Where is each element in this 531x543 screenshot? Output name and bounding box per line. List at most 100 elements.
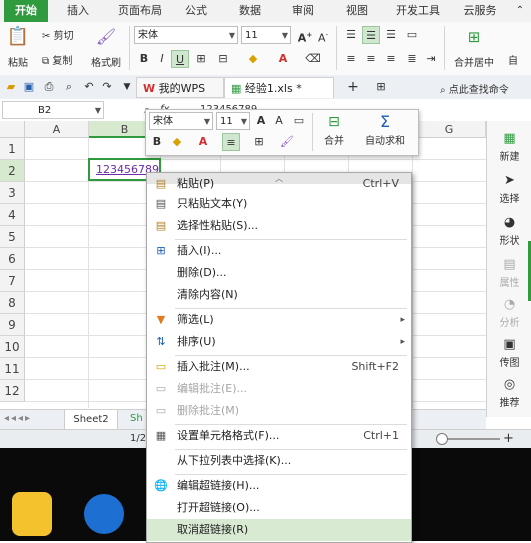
grow-font-icon[interactable]: A+ [296,26,314,45]
panel-analysis[interactable]: ◔ 分析 [487,297,531,329]
zoom-slider-thumb[interactable] [436,433,448,445]
tab-menu-icon[interactable]: ⊞ [372,78,390,96]
row-header[interactable]: 10 [0,336,25,358]
shrink-font-icon[interactable]: A- [314,26,332,45]
mini-autosum-button[interactable]: Σ 自动求和 [356,112,414,147]
menu-item-filter[interactable]: ▼ 筛选(L) ▸ [147,309,411,331]
grow-font-icon[interactable]: A [252,112,270,130]
panel-shape[interactable]: ◕ 形状 [487,215,531,247]
menu-item-format-cells[interactable]: ▦ 设置单元格格式(F)... Ctrl+1 [147,425,411,447]
menu-item-paste[interactable]: ▤ 粘贴(P) Ctrl+V [147,173,411,195]
row-header[interactable]: 9 [0,314,25,336]
panel-new[interactable]: ▦ 新建 [487,131,531,163]
app-avatar-icon[interactable] [12,492,52,536]
border-icon[interactable]: ⊞ [250,133,268,151]
tab-data[interactable]: 数据 [228,0,272,22]
font-family-select[interactable]: 宋体 ▼ [134,26,238,44]
cut-button[interactable]: ✂ 剪切 [42,27,74,42]
menu-item-insert[interactable]: ⊞ 插入(I)... [147,240,411,262]
tab-developer[interactable]: 开发工具 [386,0,450,22]
tab-review[interactable]: 审阅 [281,0,325,22]
justify-icon[interactable]: ≣ [403,50,421,68]
menu-item-edit-comment[interactable]: ▭ 编辑批注(E)... [147,378,411,400]
align-left-icon[interactable]: ≡ [342,50,360,68]
menu-item-delete[interactable]: 删除(D)... [147,262,411,284]
row-header[interactable]: 5 [0,226,25,248]
redo-icon[interactable]: ↷ [98,78,116,96]
mini-merge-button[interactable]: ⊟ 合并 [316,112,352,147]
column-header-g[interactable]: G [413,121,486,138]
align-center-icon[interactable]: ≡ [222,133,240,151]
panel-send-image[interactable]: ▣ 传图 [487,337,531,369]
row-header[interactable]: 3 [0,182,25,204]
font-color-icon[interactable]: A [194,133,212,151]
print-icon[interactable]: ⎙ [40,78,58,96]
panel-select[interactable]: ➤ 选择 [487,173,531,205]
folder-icon[interactable]: ▰ [2,78,20,96]
menu-item-insert-comment[interactable]: ▭ 插入批注(M)... Shift+F2 [147,356,411,378]
row-header[interactable]: 12 [0,380,25,402]
paste-button[interactable]: 📋 粘贴 [4,26,32,69]
text-direction-icon[interactable]: ▭ [403,26,421,44]
shrink-font-icon[interactable]: A [270,112,288,130]
tab-workbook[interactable]: ▦ 经验1.xls * [224,77,334,98]
tab-page-layout[interactable]: 页面布局 [108,0,172,22]
menu-item-paste-special[interactable]: ▤ 选择性粘贴(S)... [147,215,411,237]
row-header[interactable]: 11 [0,358,25,380]
border-icon[interactable]: ⊞ [192,50,210,68]
chevron-down-icon[interactable]: ▼ [118,78,136,96]
auto-wrap-button[interactable]: 自 [508,52,518,67]
italic-icon[interactable]: I [153,50,171,68]
tab-my-wps[interactable]: W 我的WPS [136,77,224,98]
tab-cloud[interactable]: 云服务 [453,0,507,22]
save-icon[interactable]: ▣ [20,78,38,96]
bold-icon[interactable]: B [148,133,166,151]
row-header[interactable]: 6 [0,248,25,270]
menu-item-clear[interactable]: 清除内容(N) [147,284,411,306]
zoom-in-icon[interactable]: + [503,431,514,446]
undo-icon[interactable]: ↶ [80,78,98,96]
tab-view[interactable]: 视图 [335,0,379,22]
clear-format-icon[interactable]: ⌫ [304,50,322,68]
indent-icon[interactable]: ⇥ [422,50,440,68]
tab-home[interactable]: 开始 [4,0,48,22]
brush-icon[interactable]: 🖌 [278,133,296,151]
fill-color-icon[interactable]: ◆ [168,133,186,151]
row-header[interactable]: 2 [0,160,25,182]
panel-recommend[interactable]: ◎ 推荐 [487,377,531,409]
underline-icon[interactable]: U [171,50,189,68]
align-right-icon[interactable]: ≡ [382,50,400,68]
new-tab-icon[interactable]: + [344,78,362,96]
menu-item-pick-from-list[interactable]: 从下拉列表中选择(K)... [147,450,411,472]
row-header[interactable]: 4 [0,204,25,226]
select-all-corner[interactable] [0,121,25,138]
merge-center-button[interactable]: ⊞ 合并居中 [446,26,502,69]
command-search[interactable]: ⌕ 点此查找命令 [440,81,509,96]
font-size-select[interactable]: 11 ▼ [241,26,291,44]
font-color-icon[interactable]: A [274,50,292,68]
zoom-slider[interactable] [440,438,500,440]
merge-icon[interactable]: ⊟ [214,50,232,68]
mini-size-select[interactable]: 11 ▼ [216,112,250,130]
app-browser-icon[interactable] [84,494,124,534]
tab-formulas[interactable]: 公式 [174,0,218,22]
align-top-icon[interactable]: ☰ [342,26,360,44]
menu-item-sort[interactable]: ⇅ 排序(U) ▸ [147,331,411,353]
menu-item-delete-comment[interactable]: ▭ 删除批注(M) [147,400,411,422]
mini-font-select[interactable]: 宋体 ▼ [149,112,213,130]
align-bottom-icon[interactable]: ☰ [382,26,400,44]
bold-icon[interactable]: B [135,50,153,68]
copy-button[interactable]: ⧉ 复制 [42,52,72,67]
align-center-icon[interactable]: ≡ [362,50,380,68]
menu-item-open-hyperlink[interactable]: 打开超链接(O)... [147,497,411,519]
name-box[interactable]: B2 ▼ [2,101,104,119]
column-header-a[interactable]: A [25,121,89,138]
panel-properties[interactable]: ▤ 属性 [487,257,531,289]
menu-item-remove-hyperlink[interactable]: 取消超链接(R) [147,519,411,541]
sheet-nav-icon[interactable]: ◂◂◂▸ [4,413,32,424]
menu-item-paste-text[interactable]: ▤ 只粘贴文本(Y) [147,193,411,215]
cell-style-icon[interactable]: ▭ [290,112,308,130]
tab-insert[interactable]: 插入 [56,0,100,22]
menu-item-edit-hyperlink[interactable]: 🌐 编辑超链接(H)... [147,475,411,497]
sheet-tab-sheet2[interactable]: Sheet2 [64,410,118,431]
